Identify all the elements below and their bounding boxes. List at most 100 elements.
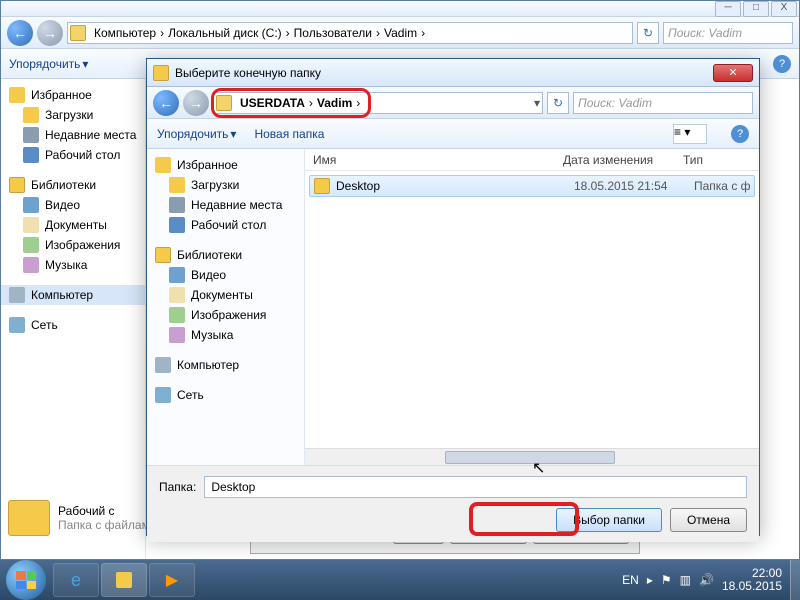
dialog-refresh-button[interactable]: ↻ <box>547 92 569 114</box>
sidebar-downloads[interactable]: Загрузки <box>1 105 145 125</box>
dropdown-icon[interactable]: ▾ <box>534 96 540 110</box>
help-button[interactable]: ? <box>731 125 749 143</box>
close-button[interactable]: X <box>771 1 797 17</box>
folder-icon <box>314 178 330 194</box>
taskbar-wmp[interactable]: ▶ <box>149 563 195 597</box>
cancel-button[interactable]: Отмена <box>670 508 747 532</box>
dialog-breadcrumb-bar[interactable]: USERDATA› Vadim› ▾ <box>213 92 543 114</box>
dialog-forward-button[interactable]: → <box>183 90 209 116</box>
dialog-search-input[interactable]: Поиск: Vadim <box>573 92 753 114</box>
sidebar-videos[interactable]: Видео <box>1 195 145 215</box>
dialog-back-button[interactable]: ← <box>153 90 179 116</box>
recent-icon <box>169 197 185 213</box>
network-icon <box>9 317 25 333</box>
search-input[interactable]: Поиск: Vadim <box>663 22 793 44</box>
breadcrumb-item[interactable]: Компьютер <box>90 23 160 43</box>
file-type: Папка с ф <box>694 179 751 193</box>
minimize-button[interactable]: ─ <box>715 1 741 17</box>
sidebar-desktop[interactable]: Рабочий стол <box>1 145 145 165</box>
dialog-titlebar: Выберите конечную папку ✕ <box>147 59 759 87</box>
sidebar-desktop[interactable]: Рабочий стол <box>147 215 304 235</box>
sidebar-recent[interactable]: Недавние места <box>1 125 145 145</box>
folder-icon <box>70 25 86 41</box>
video-icon <box>169 267 185 283</box>
taskbar-ie[interactable]: e <box>53 563 99 597</box>
sidebar-network[interactable]: Сеть <box>147 385 304 405</box>
folder-icon <box>216 95 232 111</box>
sidebar-pictures[interactable]: Изображения <box>1 235 145 255</box>
sidebar-pictures[interactable]: Изображения <box>147 305 304 325</box>
forward-button[interactable]: → <box>37 20 63 46</box>
refresh-button[interactable]: ↻ <box>637 22 659 44</box>
sidebar-computer[interactable]: Компьютер <box>1 285 145 305</box>
sidebar-music[interactable]: Музыка <box>147 325 304 345</box>
folder-icon <box>8 500 50 536</box>
ie-icon: e <box>71 570 81 591</box>
parent-nav-bar: ← → Компьютер› Локальный диск (C:)› Поль… <box>1 17 799 49</box>
favorites-header[interactable]: Избранное <box>147 155 304 175</box>
taskbar-explorer[interactable] <box>101 563 147 597</box>
folder-label: Папка: <box>159 480 196 494</box>
folder-name-input[interactable] <box>204 476 747 498</box>
recent-icon <box>23 127 39 143</box>
sidebar-recent[interactable]: Недавние места <box>147 195 304 215</box>
wmp-icon: ▶ <box>166 570 178 590</box>
horizontal-scrollbar[interactable] <box>305 448 759 465</box>
folder-icon <box>23 107 39 123</box>
view-button[interactable]: ≡ ▾ <box>673 124 707 144</box>
document-icon <box>23 217 39 233</box>
tray-volume-icon[interactable]: 🔊 <box>699 573 714 587</box>
organize-menu[interactable]: Упорядочить ▾ <box>9 57 88 71</box>
sidebar-computer[interactable]: Компьютер <box>147 355 304 375</box>
breadcrumb-bar[interactable]: Компьютер› Локальный диск (C:)› Пользова… <box>67 22 633 44</box>
network-icon <box>155 387 171 403</box>
tray-clock[interactable]: 22:00 18.05.2015 <box>722 567 782 593</box>
new-folder-button[interactable]: Новая папка <box>254 127 324 141</box>
breadcrumb-item[interactable]: Vadim <box>380 23 421 43</box>
sidebar-music[interactable]: Музыка <box>1 255 145 275</box>
computer-icon <box>155 357 171 373</box>
folder-icon <box>153 65 169 81</box>
language-indicator[interactable]: EN <box>622 573 639 587</box>
help-button[interactable]: ? <box>773 55 791 73</box>
folder-icon <box>116 572 132 588</box>
file-list[interactable]: Desktop 18.05.2015 21:54 Папка с ф <box>305 171 759 448</box>
breadcrumb-item[interactable]: Пользователи <box>290 23 376 43</box>
sidebar-network[interactable]: Сеть <box>1 315 145 335</box>
col-type[interactable]: Тип <box>683 153 703 167</box>
dialog-title: Выберите конечную папку <box>175 66 321 80</box>
library-icon <box>155 247 171 263</box>
favorites-header[interactable]: Избранное <box>1 85 145 105</box>
tray-network-icon[interactable]: ▥ <box>680 573 691 587</box>
breadcrumb-item[interactable]: Vadim <box>313 93 356 113</box>
select-folder-button[interactable]: Выбор папки <box>556 508 662 532</box>
breadcrumb-item[interactable]: Локальный диск (C:) <box>164 23 286 43</box>
file-date: 18.05.2015 21:54 <box>574 179 694 193</box>
tray-action-icon[interactable]: ⚑ <box>661 573 672 587</box>
col-name[interactable]: Имя <box>313 153 563 167</box>
start-button[interactable] <box>6 560 46 600</box>
breadcrumb-item[interactable]: USERDATA <box>236 93 309 113</box>
sidebar-documents[interactable]: Документы <box>1 215 145 235</box>
folder-picker-dialog: Выберите конечную папку ✕ ← → USERDATA› … <box>146 58 760 536</box>
sidebar-documents[interactable]: Документы <box>147 285 304 305</box>
sidebar-downloads[interactable]: Загрузки <box>147 175 304 195</box>
show-desktop-button[interactable] <box>790 560 800 600</box>
tray-flag-icon[interactable]: ▸ <box>647 573 653 587</box>
sidebar-videos[interactable]: Видео <box>147 265 304 285</box>
file-row-selected[interactable]: Desktop 18.05.2015 21:54 Папка с ф <box>309 175 755 197</box>
dialog-close-button[interactable]: ✕ <box>713 64 753 82</box>
library-icon <box>9 177 25 193</box>
libraries-header[interactable]: Библиотеки <box>1 175 145 195</box>
dialog-file-area: Имя Дата изменения Тип Desktop 18.05.201… <box>305 149 759 465</box>
scroll-thumb[interactable] <box>445 451 615 464</box>
video-icon <box>23 197 39 213</box>
dialog-toolbar: Упорядочить ▾ Новая папка ≡ ▾ ? <box>147 119 759 149</box>
music-icon <box>169 327 185 343</box>
back-button[interactable]: ← <box>7 20 33 46</box>
column-headers[interactable]: Имя Дата изменения Тип <box>305 149 759 171</box>
col-date[interactable]: Дата изменения <box>563 153 683 167</box>
maximize-button[interactable]: □ <box>743 1 769 17</box>
organize-menu[interactable]: Упорядочить ▾ <box>157 127 236 141</box>
libraries-header[interactable]: Библиотеки <box>147 245 304 265</box>
